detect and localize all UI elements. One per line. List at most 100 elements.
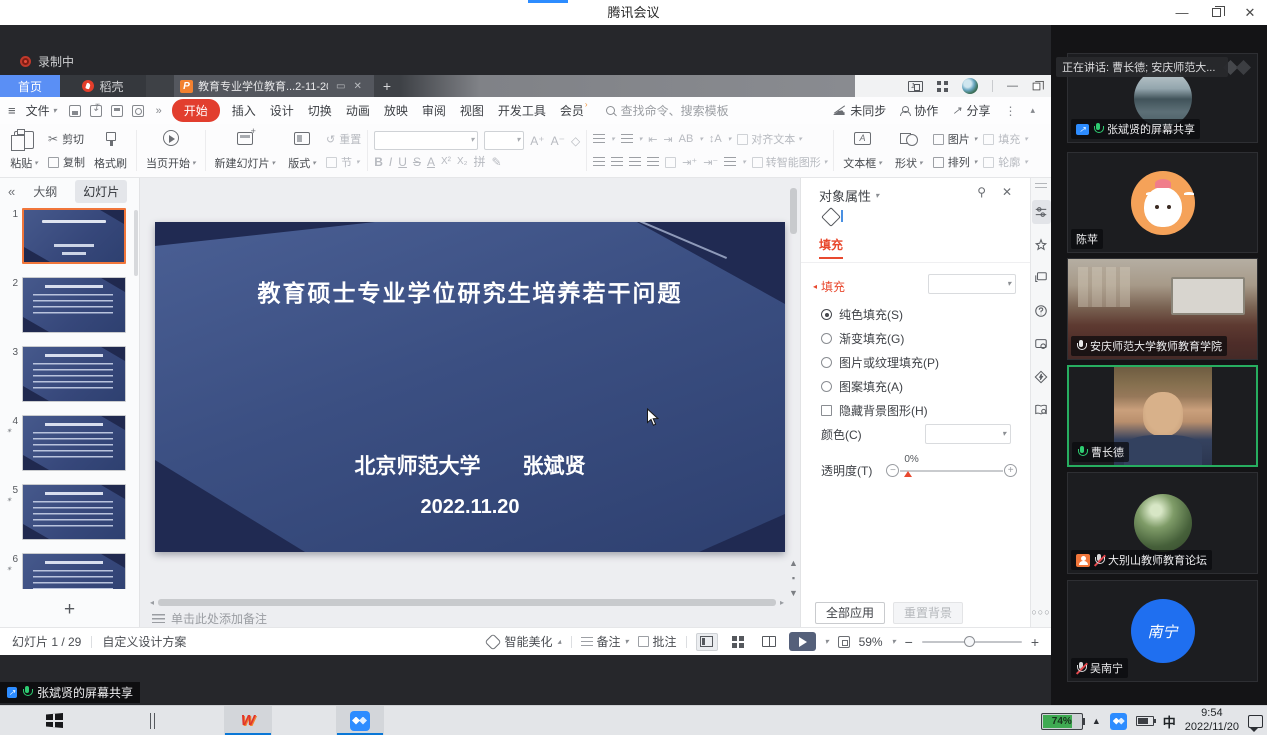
effects-icon[interactable] [1032,233,1051,257]
arrange-button[interactable]: 排列▾ [933,154,978,170]
indent-plus-icon[interactable]: ⇥⁺ [682,156,697,169]
line-spacing-icon[interactable]: ↕A [709,133,722,145]
section-button[interactable]: 节▾ [326,154,361,170]
highlight-button[interactable]: ✎ [492,155,502,169]
fill-tab[interactable]: 填充 [819,236,843,253]
to-smart-graphic-button[interactable]: 转智能图形▾ [752,154,828,170]
strip-more-icon[interactable]: ○○○ [1031,607,1050,617]
tab-home[interactable]: 首页 [0,75,60,97]
clear-format-button[interactable]: ◇ [571,134,580,148]
menu-tab-view[interactable]: 视图 [458,99,486,122]
fit-to-window-icon[interactable] [838,636,850,648]
zoom-out-button[interactable]: − [905,634,913,650]
next-slide-button[interactable]: ▼ [789,588,798,598]
outline-button[interactable]: 轮廓▾ [983,154,1028,170]
bold-button[interactable]: B [374,155,383,169]
shapes-button[interactable]: 形状▾ [891,128,927,173]
spacing-icon[interactable] [724,157,736,167]
panel-drag-handle[interactable] [1035,183,1047,188]
skin-settings-icon[interactable] [1032,332,1051,356]
slide-thumbnail-4[interactable]: 4✶ [6,415,133,471]
battery-indicator[interactable]: 74% [1041,713,1083,730]
notes-bar[interactable]: 单击此处添加备注 [152,609,800,627]
ime-indicator[interactable]: 中 [1163,712,1176,731]
menu-tab-transition[interactable]: 切换 [306,99,334,122]
indent-minus-icon[interactable]: ⇥⁻ [703,156,718,169]
zoom-slider[interactable] [922,641,1022,643]
normal-view-button[interactable] [696,633,718,651]
zoom-knob[interactable] [964,636,975,647]
close-tab-icon[interactable]: ✕ [353,81,361,92]
meeting-tray-icon[interactable] [1110,713,1127,730]
reading-guide-icon[interactable] [1032,398,1051,422]
animation-pane-icon[interactable] [1032,266,1051,290]
play-options-icon[interactable]: ▾ [825,637,829,646]
vertical-scrollbar[interactable] [789,180,798,556]
tab-outline[interactable]: 大纲 [25,180,65,203]
textbox-button[interactable]: A 文本框▾ [840,128,885,173]
reading-view-button[interactable] [758,633,780,651]
format-painter-button[interactable]: 格式刷 [91,128,130,173]
option-solid-fill[interactable]: 纯色填充(S) [821,306,903,323]
decrease-font-button[interactable]: A⁻ [551,134,565,148]
apps-grid-icon[interactable] [937,81,948,92]
action-center-icon[interactable] [1248,715,1263,728]
strikethrough-button[interactable]: S [413,155,421,169]
slide-thumbnail-2[interactable]: 2 [6,277,133,333]
bullet-list-icon[interactable] [593,134,605,144]
menu-tab-insert[interactable]: 插入 [230,99,258,122]
hidden-icons-chevron[interactable]: ▲ [1092,716,1101,726]
collapse-panel-icon[interactable]: « [8,184,15,199]
align-right-icon[interactable] [629,157,641,167]
italic-button[interactable]: I [389,155,392,169]
restore-button[interactable] [1199,0,1233,25]
transparency-slider[interactable]: 0% − + [886,458,1017,482]
reset-background-button[interactable]: 重置背景 [893,602,963,624]
collapse-ribbon-icon[interactable]: ▴ [1030,105,1035,116]
participant-tile-chenping[interactable]: 陈苹 [1067,152,1258,253]
participant-tile-wunanning[interactable]: 南宁 吴南宁 [1067,580,1258,682]
option-gradient-fill[interactable]: 渐变填充(G) [821,330,904,347]
slide-title[interactable]: 教育硕士专业学位研究生培养若干问题 [185,274,755,308]
tab-slides[interactable]: 幻灯片 [75,180,127,203]
horizontal-scrollbar[interactable]: ◂ ▸ [150,598,784,607]
minimize-button[interactable]: — [1165,0,1199,25]
slide-canvas[interactable]: 教育硕士专业学位研究生培养若干问题 北京师范大学 张斌贤 2022.11.20 [155,222,785,552]
print-preview-icon[interactable] [132,105,144,117]
participant-tile-caochangde-speaking[interactable]: 曹长德 [1067,365,1258,467]
apply-all-button[interactable]: 全部应用 [815,602,885,624]
increase-indent-icon[interactable]: ⇥ [663,133,672,146]
menu-tab-design[interactable]: 设计 [268,99,296,122]
quickbar-more-icon[interactable]: » [156,105,162,117]
paste-button[interactable]: 粘贴▾ [6,128,42,173]
distribute-icon[interactable] [665,157,676,168]
numbered-list-icon[interactable] [621,134,633,144]
menu-tab-review[interactable]: 审阅 [420,99,448,122]
save-icon[interactable] [69,105,81,117]
slide-date[interactable]: 2022.11.20 [155,496,785,519]
phonetic-guide-button[interactable]: 拼 [474,153,486,170]
notes-button[interactable]: 备注▾ [581,633,629,650]
close-panel-icon[interactable]: ✕ [1002,185,1012,199]
print-icon[interactable] [111,105,123,117]
justify-icon[interactable] [647,157,659,167]
color-select[interactable] [925,424,1011,444]
font-family-select[interactable] [374,131,478,150]
slide-nav-handle[interactable]: ▪ [792,573,795,583]
battery-icon[interactable] [1136,716,1154,726]
window-layout-icon[interactable]: 1 [908,81,923,92]
slide-thumbnail-1[interactable]: 1 [6,208,133,264]
hamburger-menu-icon[interactable]: ≡ [8,103,16,118]
wps-restore-button[interactable] [1032,82,1041,91]
account-avatar[interactable] [962,78,978,94]
participant-tile-anqing[interactable]: 安庆师范大学教师教育学院 [1067,258,1258,360]
export-icon[interactable] [90,105,102,117]
slide-sorter-view-button[interactable] [727,633,749,651]
slider-marker-icon[interactable] [904,471,912,477]
play-from-page-button[interactable]: 当页开始▾ [143,128,199,173]
tab-document[interactable]: P 教育专业学位教育...2-11-20) ▭ ✕ [174,75,374,97]
design-scheme-label[interactable]: 自定义设计方案 [102,633,186,650]
slide-thumbnail-3[interactable]: 3 [6,346,133,402]
share-button[interactable]: ↗分享 [952,102,990,119]
clock[interactable]: 9:54 2022/11/20 [1185,707,1239,735]
